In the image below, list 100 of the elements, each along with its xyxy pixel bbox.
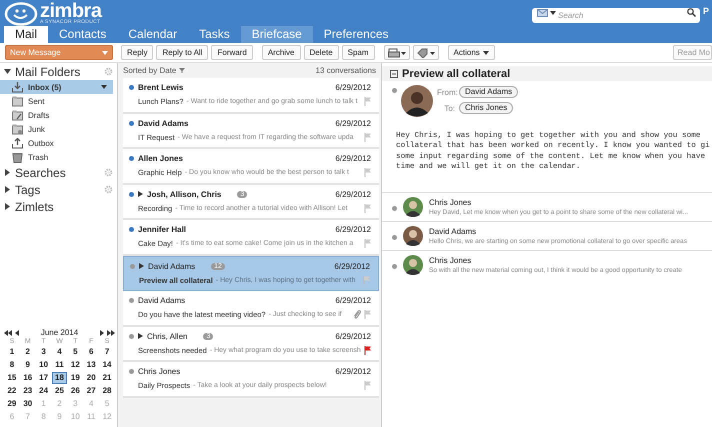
calendar-day[interactable]: 2	[20, 346, 36, 358]
section-heading[interactable]: Zimlets	[15, 200, 113, 214]
from-label: From:	[437, 88, 455, 96]
sender-chip[interactable]: David Adams	[459, 86, 518, 98]
toolbar-button[interactable]: Spam	[342, 45, 375, 60]
avatar-icon	[403, 255, 423, 276]
folder-item[interactable]: Trash	[0, 150, 117, 164]
search-icon[interactable]	[687, 8, 696, 17]
calendar-day[interactable]: 6	[83, 346, 100, 358]
calendar-day[interactable]: 14	[99, 359, 115, 371]
app-tab[interactable]: Contacts	[48, 26, 118, 43]
toolbar-button[interactable]: Reply	[121, 45, 154, 60]
toolbar-button[interactable]: Reply to All	[156, 45, 208, 60]
folder-item[interactable]: Outbox	[0, 136, 117, 150]
flag-icon[interactable]	[364, 346, 371, 355]
message-date: 6/29/2012	[335, 118, 371, 128]
section-heading[interactable]: Searches	[15, 166, 100, 180]
calendar-month-label: June 2014	[40, 328, 80, 337]
sender-name: Chris, Allen	[147, 332, 188, 341]
calendar-day[interactable]: 20	[83, 372, 100, 384]
sender-name: David Adams	[138, 118, 188, 128]
toolbar-button[interactable]: Delete	[304, 45, 339, 60]
disclosure-triangle-icon[interactable]	[4, 203, 11, 210]
calendar-day[interactable]: 9	[20, 359, 36, 371]
folder-item[interactable]: Inbox (5)	[0, 80, 113, 94]
folder-item[interactable]: Drafts	[0, 108, 117, 122]
disclosure-triangle-icon[interactable]	[4, 169, 11, 176]
section-heading[interactable]: Tags	[15, 182, 100, 196]
previous-year-icon[interactable]	[4, 330, 12, 336]
expand-thread-icon[interactable]	[138, 191, 143, 198]
calendar-day[interactable]: 11	[52, 359, 68, 371]
calendar-day[interactable]: 26	[67, 385, 84, 397]
tray-arrow-icon	[12, 82, 23, 92]
sender-name: Josh, Allison, Chris	[147, 190, 222, 199]
app-tab[interactable]: Tasks	[188, 26, 241, 43]
calendar-day[interactable]: 1	[4, 346, 20, 358]
sort-menu[interactable]: Sorted by Date	[123, 66, 176, 75]
calendar-day[interactable]: 18	[52, 372, 68, 384]
print-menu-button[interactable]	[384, 45, 410, 60]
conversation-count: 13 conversations	[316, 66, 376, 75]
expand-thread-icon[interactable]	[139, 263, 144, 270]
mail-icon	[537, 9, 548, 17]
to-label: To:	[443, 104, 455, 112]
calendar-day[interactable]: 15	[4, 372, 20, 384]
calendar-day[interactable]: 22	[4, 385, 20, 397]
toolbar-button[interactable]: Forward	[211, 45, 253, 60]
calendar-day[interactable]: 24	[36, 385, 52, 397]
next-year-icon[interactable]	[107, 330, 115, 336]
disclosure-triangle-icon[interactable]	[4, 186, 11, 193]
disclosure-triangle-icon[interactable]	[4, 68, 11, 75]
message-title: Preview all collateral	[402, 68, 510, 80]
calendar-day[interactable]: 16	[20, 372, 36, 384]
search-field[interactable]: Search	[532, 8, 700, 23]
reply-sender: Chris Jones	[429, 256, 472, 266]
tag-menu-button[interactable]	[412, 45, 439, 60]
calendar-day[interactable]: 3	[36, 346, 52, 358]
section-heading[interactable]: Mail Folders	[15, 64, 100, 78]
trash-icon	[12, 152, 23, 162]
calendar-day[interactable]: 23	[20, 385, 36, 397]
filter-icon[interactable]	[179, 68, 186, 73]
calendar-day[interactable]: 30	[20, 398, 36, 410]
calendar-day[interactable]: 5	[67, 346, 84, 358]
caret-icon	[102, 50, 108, 54]
user-menu[interactable]: P	[703, 6, 710, 16]
toolbar-button[interactable]: Archive	[262, 45, 301, 60]
message-date: 6/29/2012	[334, 262, 370, 271]
smiley-logo-icon	[4, 2, 38, 26]
folder-item[interactable]: Sent	[0, 94, 117, 108]
actions-menu-button[interactable]: Actions	[448, 45, 495, 60]
calendar-day[interactable]: 8	[4, 359, 20, 371]
calendar-day[interactable]: 4	[52, 346, 68, 358]
calendar-day[interactable]: 13	[83, 359, 100, 371]
calendar-day[interactable]: 29	[4, 398, 20, 410]
reply-sender: Chris Jones	[429, 198, 472, 208]
caret-icon[interactable]	[550, 11, 556, 15]
folder-item[interactable]: Junk	[0, 122, 117, 136]
folder-icon	[12, 96, 23, 106]
caret-icon[interactable]	[101, 85, 107, 89]
caret-icon	[482, 50, 489, 54]
app-tab[interactable]: Calendar	[117, 26, 188, 43]
next-month-icon[interactable]	[100, 330, 104, 336]
previous-month-icon[interactable]	[15, 330, 19, 336]
calendar-day[interactable]: 19	[67, 372, 84, 384]
app-tab[interactable]: Preferences	[312, 26, 400, 43]
calendar-day[interactable]: 28	[99, 385, 115, 397]
app-tab[interactable]: Mail	[4, 26, 48, 43]
avatar-icon	[403, 226, 423, 246]
calendar-day[interactable]: 27	[83, 385, 100, 397]
calendar-day[interactable]: 10	[36, 359, 52, 371]
tray-arrow-icon	[12, 138, 23, 148]
calendar-day[interactable]: 21	[99, 372, 115, 384]
collapse-icon[interactable]	[390, 70, 398, 78]
calendar-day[interactable]: 12	[67, 359, 84, 371]
logo-wordmark: zimbra	[40, 2, 102, 20]
expand-thread-icon[interactable]	[138, 333, 143, 340]
calendar-day[interactable]: 25	[52, 385, 68, 397]
calendar-day[interactable]: 17	[36, 372, 52, 384]
calendar-day[interactable]: 7	[99, 346, 115, 358]
recipient-chip[interactable]: Chris Jones	[459, 102, 514, 114]
sender-name: David Adams	[148, 262, 196, 271]
